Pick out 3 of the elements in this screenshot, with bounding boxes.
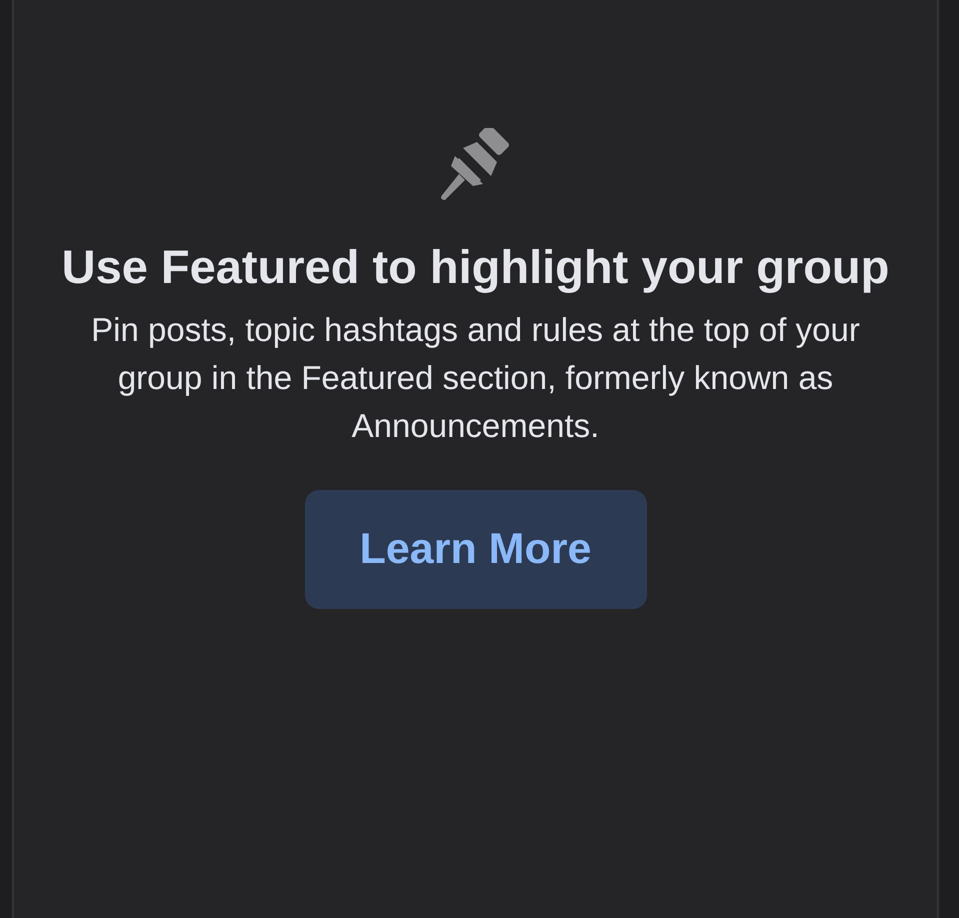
learn-more-button[interactable]: Learn More — [304, 490, 646, 609]
empty-state-description: Pin posts, topic hashtags and rules at the top of your group in the Featured section, formerly known as Announcements. — [90, 310, 861, 446]
empty-state-title: Use Featured to highlight your group — [60, 239, 890, 295]
